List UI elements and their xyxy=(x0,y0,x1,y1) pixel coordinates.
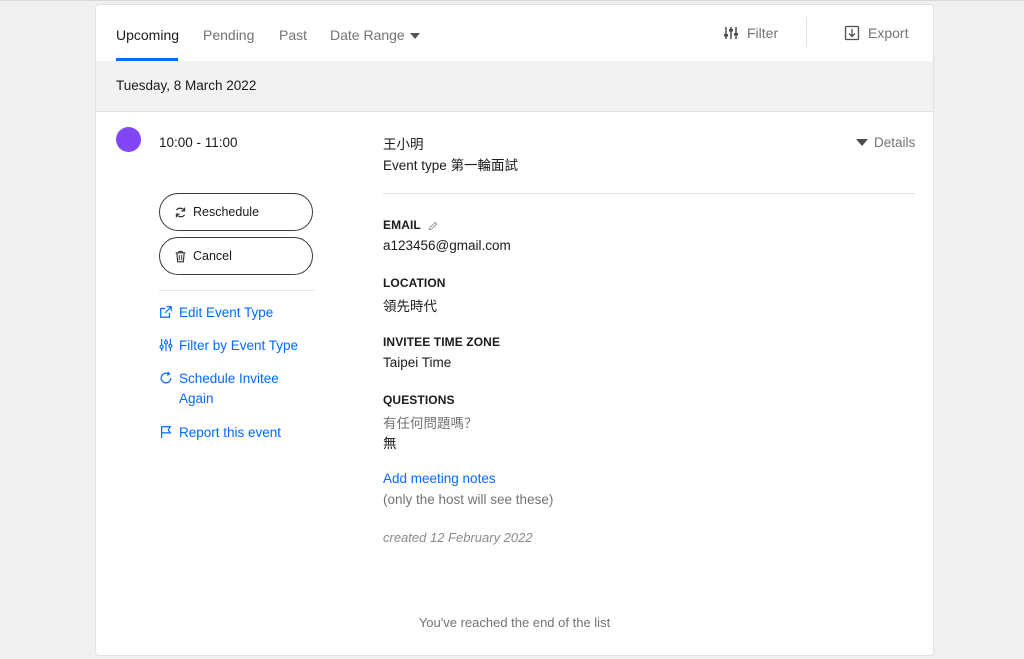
edit-event-type-label: Edit Event Type xyxy=(179,305,274,320)
date-header-label: Tuesday, 8 March 2022 xyxy=(116,78,257,93)
flag-icon xyxy=(161,426,172,439)
questions-label: QUESTIONS xyxy=(383,393,455,407)
external-link-icon xyxy=(160,306,172,318)
tab-date-range-label: Date Range xyxy=(330,27,405,43)
export-button[interactable]: Export xyxy=(844,25,908,41)
created-date: created 12 February 2022 xyxy=(383,530,533,545)
tab-pending[interactable]: Pending xyxy=(203,27,254,43)
schedule-invitee-again-label: Schedule Invitee Again xyxy=(179,369,279,409)
details-label: Details xyxy=(874,135,916,150)
filter-by-event-type-label: Filter by Event Type xyxy=(179,338,299,353)
rotate-icon xyxy=(160,371,172,384)
sliders-icon xyxy=(724,27,738,39)
pencil-icon[interactable] xyxy=(428,221,438,231)
email-label-text: EMAIL xyxy=(383,218,421,232)
event-type-name: 第一輪面試 xyxy=(450,158,519,173)
add-meeting-notes-link[interactable]: Add meeting notes xyxy=(383,471,496,486)
toolbar-divider xyxy=(806,17,807,47)
event-color-dot xyxy=(116,127,141,152)
details-toggle[interactable]: Details xyxy=(856,135,915,150)
event-time: 10:00 - 11:00 xyxy=(159,135,238,150)
tab-past[interactable]: Past xyxy=(279,27,307,43)
location-value: 領先時代 xyxy=(383,299,437,314)
end-of-list-message: You've reached the end of the list xyxy=(418,615,611,630)
invitee-name: 王小明 xyxy=(383,137,424,152)
actions-divider xyxy=(159,290,314,291)
schedule-again-line-2: Again xyxy=(179,391,214,406)
download-icon xyxy=(844,25,860,41)
timezone-value: Taipei Time xyxy=(383,355,452,370)
reschedule-label: Reschedule xyxy=(193,205,260,219)
cancel-button[interactable]: Cancel xyxy=(159,237,313,275)
email-value: a123456@gmail.com xyxy=(383,238,511,253)
question-answer: 無 xyxy=(383,436,397,451)
tab-upcoming[interactable]: Upcoming xyxy=(116,27,179,43)
trash-icon xyxy=(175,250,186,262)
tab-bar: Upcoming Pending Past Date Range Filter xyxy=(96,5,933,62)
scheduled-events-panel: Upcoming Pending Past Date Range Filter xyxy=(95,4,934,656)
question-text: 有任何問題嗎？ xyxy=(383,416,478,431)
cancel-label: Cancel xyxy=(193,249,232,263)
tab-date-range[interactable]: Date Range xyxy=(330,27,420,43)
refresh-icon xyxy=(175,207,186,217)
caret-down-icon xyxy=(409,33,420,40)
schedule-invitee-again-link[interactable]: Schedule Invitee Again xyxy=(159,369,279,409)
report-event-link[interactable]: Report this event xyxy=(159,423,281,443)
location-label: LOCATION xyxy=(383,276,446,290)
event-type-prefix: Event type xyxy=(383,158,447,173)
report-event-label: Report this event xyxy=(179,425,282,440)
event-type: Event type 第一輪面試 xyxy=(383,154,518,174)
export-label: Export xyxy=(868,25,909,41)
filter-button[interactable]: Filter xyxy=(723,25,778,41)
reschedule-button[interactable]: Reschedule xyxy=(159,193,313,231)
notes-hint: (only the host will see these) xyxy=(383,492,554,507)
triangle-down-icon xyxy=(856,139,868,146)
edit-event-type-link[interactable]: Edit Event Type xyxy=(159,303,273,323)
filter-label: Filter xyxy=(747,25,779,41)
sliders-icon xyxy=(159,338,173,352)
date-header: Tuesday, 8 March 2022 xyxy=(96,61,933,112)
filter-by-event-type-link[interactable]: Filter by Event Type xyxy=(159,336,298,356)
details-divider xyxy=(383,193,915,194)
timezone-label: INVITEE TIME ZONE xyxy=(383,335,501,349)
window-top-border xyxy=(0,0,1024,1)
schedule-again-line-1: Schedule Invitee xyxy=(179,371,279,386)
email-label: EMAIL xyxy=(383,218,438,232)
